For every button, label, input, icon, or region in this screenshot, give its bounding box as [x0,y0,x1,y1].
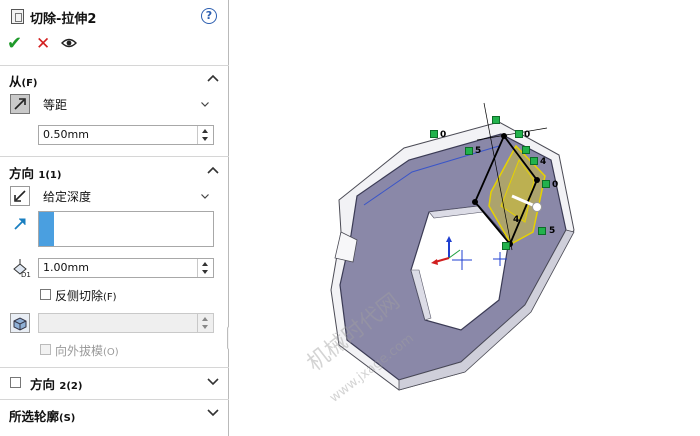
section-title-direction2[interactable]: 方向 2(2) [30,374,82,393]
end-condition-select[interactable]: 给定深度 [38,187,214,207]
draft-outward-checkbox [40,344,51,355]
dimension-label[interactable]: 5 [475,146,481,156]
relation-marker-icon[interactable] [542,180,550,188]
relation-marker-icon[interactable] [430,130,438,138]
dimension-label[interactable]: 4 [540,157,546,167]
section-title-selected-contours[interactable]: 所选轮廓(S) [9,406,75,425]
relation-marker-icon[interactable] [465,147,473,155]
flip-side-to-cut-checkbox[interactable] [40,289,51,300]
draft-outward-label: 向外拔模(O) [55,344,119,358]
panel-title-row: 切除-拉伸2 ? [0,0,229,34]
chevron-down-icon [201,102,209,107]
separator [0,367,229,368]
separator [0,399,229,400]
direction-arrow-icon [14,218,26,230]
relation-marker-icon[interactable] [522,146,530,154]
spin-buttons [197,314,213,332]
relation-marker-icon[interactable] [538,227,546,235]
dimension-label[interactable]: 0 [552,180,558,190]
relation-marker-icon[interactable] [515,130,523,138]
extrude-handle-knob[interactable] [532,202,542,212]
offset-distance-input[interactable]: 0.50mm [38,125,214,145]
spin-buttons[interactable] [197,126,213,144]
chevron-down-icon[interactable] [207,378,219,386]
ok-checkmark-icon[interactable]: ✔ [7,34,22,54]
separator [0,65,229,66]
direction2-checkbox[interactable] [10,377,21,388]
from-condition-select[interactable]: 等距 [38,95,214,115]
cancel-x-icon[interactable]: ✕ [36,34,50,54]
panel-title: 切除-拉伸2 [30,12,97,27]
draft-toggle-icon[interactable] [10,313,30,333]
sketch-point[interactable] [472,199,478,205]
chevron-down-icon[interactable] [207,409,219,417]
relation-marker-icon[interactable] [492,116,500,124]
cut-extrude-feature-icon [11,9,24,24]
dimension-label[interactable]: 5 [549,226,555,236]
sketch-point[interactable] [534,177,540,183]
separator [0,156,229,157]
direction-selection-box[interactable] [38,211,214,247]
depth-input[interactable]: 1.00mm [38,258,214,278]
start-condition-icon [10,94,30,114]
model-canvas[interactable] [229,0,700,436]
help-icon[interactable]: ? [201,8,217,24]
spin-buttons[interactable] [197,259,213,277]
graphics-viewport[interactable]: 0 5 0 4 0 4 5 机械时代网 www.jxage.com [229,0,700,436]
preview-eye-icon[interactable] [61,38,77,48]
depth-dimension-icon: D1 [13,259,31,278]
draft-angle-input [38,313,214,333]
dimension-label[interactable]: 4 [513,215,519,225]
section-title-from[interactable]: 从(F) [9,71,38,90]
selection-focus-accent [39,212,54,246]
svg-text:D1: D1 [21,271,31,278]
sketch-point[interactable] [501,133,507,139]
section-title-direction1[interactable]: 方向 1(1) [9,163,61,182]
chevron-down-icon [201,194,209,199]
relation-marker-icon[interactable] [502,242,510,250]
dimension-label[interactable]: 0 [524,130,530,140]
property-manager-panel: 切除-拉伸2 ? ✔ ✕ 从(F) 等距 0.50mm 方向 1(1) 给定深度… [0,0,229,436]
dimension-label[interactable]: 0 [440,130,446,140]
chevron-up-icon[interactable] [207,74,219,82]
chevron-up-icon[interactable] [207,166,219,174]
reverse-direction-icon[interactable] [10,186,30,206]
flip-side-to-cut-label: 反侧切除(F) [55,289,117,303]
relation-marker-icon[interactable] [530,157,538,165]
